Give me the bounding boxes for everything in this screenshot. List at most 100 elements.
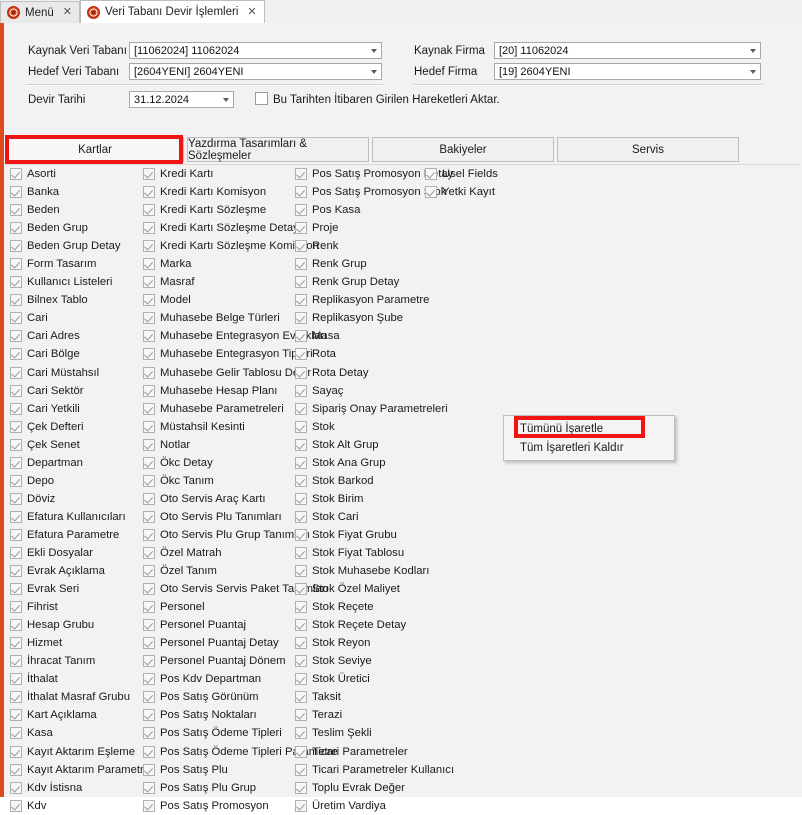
checkmark-icon[interactable] bbox=[143, 474, 155, 487]
checkmark-icon[interactable] bbox=[425, 186, 437, 199]
checkmark-icon[interactable] bbox=[143, 276, 155, 289]
checkbox-row[interactable]: Ökc Tanım bbox=[143, 472, 295, 490]
kaynak-firma-select[interactable]: [20] 11062024 bbox=[494, 42, 761, 59]
checkmark-icon[interactable] bbox=[295, 312, 307, 325]
checkmark-icon[interactable] bbox=[10, 186, 22, 199]
checkmark-icon[interactable] bbox=[10, 709, 22, 722]
checkmark-icon[interactable] bbox=[143, 510, 155, 523]
checkbox-row[interactable]: Stok Üretici bbox=[295, 670, 425, 688]
checkbox-row[interactable]: Üretim Vardiya bbox=[295, 797, 425, 815]
checkbox-row[interactable]: Beden bbox=[10, 201, 140, 219]
checkbox-row[interactable]: Stok Özel Maliyet bbox=[295, 580, 425, 598]
checkbox-row[interactable]: Form Tasarım bbox=[10, 255, 140, 273]
checkmark-icon[interactable] bbox=[295, 186, 307, 199]
kaynak-veri-tabani-select[interactable]: [11062024] 11062024 bbox=[129, 42, 382, 59]
checkbox-row[interactable]: Taksit bbox=[295, 688, 425, 706]
tab-servis[interactable]: Servis bbox=[557, 137, 739, 162]
checkmark-icon[interactable] bbox=[295, 168, 307, 181]
checkmark-icon[interactable] bbox=[10, 781, 22, 794]
checkbox-row[interactable]: Stok Alt Grup bbox=[295, 436, 425, 454]
checkmark-icon[interactable] bbox=[143, 709, 155, 722]
checkbox-row[interactable]: Kayıt Aktarım Eşleme bbox=[10, 743, 140, 761]
close-icon[interactable]: ✕ bbox=[247, 6, 256, 18]
checkbox-row[interactable]: Personel Puantaj Dönem bbox=[143, 652, 295, 670]
checkbox-row[interactable]: Efatura Parametre bbox=[10, 526, 140, 544]
chevron-down-icon[interactable] bbox=[218, 92, 233, 107]
context-menu-item-tum-isaretleri-kaldir[interactable]: Tüm İşaretleri Kaldır bbox=[504, 438, 674, 457]
checkbox-row[interactable]: Renk bbox=[295, 237, 425, 255]
checkbox-row[interactable]: Teslim Şekli bbox=[295, 724, 425, 742]
checkbox-row[interactable]: Kredi Kartı Sözleşme bbox=[143, 201, 295, 219]
checkbox-row[interactable]: Stok Fiyat Tablosu bbox=[295, 544, 425, 562]
chevron-down-icon[interactable] bbox=[366, 43, 381, 58]
close-icon[interactable]: ✕ bbox=[63, 7, 72, 18]
checkbox-row[interactable]: Stok Ana Grup bbox=[295, 454, 425, 472]
checkmark-icon[interactable] bbox=[10, 655, 22, 668]
checkbox-row[interactable]: Stok Reyon bbox=[295, 634, 425, 652]
checkbox-row[interactable]: Efatura Kullanıcıları bbox=[10, 508, 140, 526]
checkbox-row[interactable]: Personel Puantaj bbox=[143, 616, 295, 634]
checkbox-row[interactable]: Stok Reçete Detay bbox=[295, 616, 425, 634]
checkbox-row[interactable]: Cari Sektör bbox=[10, 382, 140, 400]
checkmark-icon[interactable] bbox=[10, 276, 22, 289]
checkbox-row[interactable]: Stok Fiyat Grubu bbox=[295, 526, 425, 544]
checkmark-icon[interactable] bbox=[143, 294, 155, 307]
checkbox-row[interactable]: Sipariş Onay Parametreleri bbox=[295, 400, 448, 418]
chevron-down-icon[interactable] bbox=[745, 64, 760, 79]
checkbox-row[interactable]: Pos Satış Promosyon bbox=[143, 797, 295, 815]
checkmark-icon[interactable] bbox=[10, 348, 22, 361]
checkbox-row[interactable]: Muhasebe Entegrasyon Tipleri bbox=[143, 345, 313, 363]
checkmark-icon[interactable] bbox=[143, 438, 155, 451]
checkbox-row[interactable]: Proje bbox=[295, 219, 425, 237]
context-menu-item-tumunu-isaretle[interactable]: Tümünü İşaretle bbox=[504, 419, 674, 438]
checkbox-row[interactable]: Renk Grup bbox=[295, 255, 425, 273]
checkmark-icon[interactable] bbox=[295, 691, 307, 704]
checkbox-row[interactable]: Pos Kdv Departman bbox=[143, 670, 295, 688]
checkbox-row[interactable]: Pos Satış Plu bbox=[143, 761, 295, 779]
checkmark-icon[interactable] bbox=[295, 601, 307, 614]
checkmark-icon[interactable] bbox=[295, 222, 307, 235]
checkmark-icon[interactable] bbox=[295, 276, 307, 289]
checkbox-row[interactable]: Replikasyon Şube bbox=[295, 309, 425, 327]
checkbox-row[interactable]: Asorti bbox=[10, 165, 140, 183]
checkmark-icon[interactable] bbox=[295, 745, 307, 758]
checkmark-icon[interactable] bbox=[10, 691, 22, 704]
checkmark-icon[interactable] bbox=[143, 366, 155, 379]
checkbox-row[interactable]: İthalat Masraf Grubu bbox=[10, 688, 140, 706]
checkbox-row[interactable]: Muhasebe Parametreleri bbox=[143, 400, 295, 418]
checkmark-icon[interactable] bbox=[143, 565, 155, 578]
checkbox-row[interactable]: Kredi Kartı Komisyon bbox=[143, 183, 295, 201]
checkbox-row[interactable]: Kredi Kartı Sözleşme Komisyon bbox=[143, 237, 319, 255]
hedef-veri-tabani-select[interactable]: [2604YENI] 2604YENI bbox=[129, 63, 382, 80]
checkmark-icon[interactable] bbox=[143, 547, 155, 559]
checkbox-row[interactable]: Kullanıcı Listeleri bbox=[10, 273, 140, 291]
checkmark-icon[interactable] bbox=[143, 691, 155, 704]
checkmark-icon[interactable] bbox=[143, 348, 155, 361]
checkmark-icon[interactable] bbox=[10, 673, 22, 686]
checkbox-row[interactable]: Stok Muhasebe Kodları bbox=[295, 562, 429, 580]
aktar-checkbox[interactable] bbox=[255, 92, 268, 105]
checkbox-row[interactable]: Müstahsil Kesinti bbox=[143, 418, 295, 436]
checkmark-icon[interactable] bbox=[295, 294, 307, 307]
checkmark-icon[interactable] bbox=[143, 312, 155, 325]
checkbox-row[interactable]: Pos Satış Ödeme Tipleri Parametre bbox=[143, 743, 338, 761]
checkmark-icon[interactable] bbox=[10, 619, 22, 632]
hedef-firma-select[interactable]: [19] 2604YENI bbox=[494, 63, 761, 80]
checkmark-icon[interactable] bbox=[143, 492, 155, 505]
checkbox-row[interactable]: Masa bbox=[295, 327, 425, 345]
checkbox-row[interactable]: Personel bbox=[143, 598, 295, 616]
checkmark-icon[interactable] bbox=[10, 547, 22, 559]
checkbox-row[interactable]: Cari bbox=[10, 309, 140, 327]
checkmark-icon[interactable] bbox=[10, 637, 22, 650]
checkmark-icon[interactable] bbox=[295, 799, 307, 812]
checkbox-row[interactable]: Marka bbox=[143, 255, 295, 273]
checkmark-icon[interactable] bbox=[295, 565, 307, 578]
checkbox-row[interactable]: Stok Seviye bbox=[295, 652, 425, 670]
checkbox-row[interactable]: Stok Birim bbox=[295, 490, 425, 508]
tab-yazdirma-tasarimlari-sozlesmeler[interactable]: Yazdırma Tasarımları & Sözleşmeler bbox=[187, 137, 369, 162]
checkmark-icon[interactable] bbox=[10, 204, 22, 217]
checkbox-row[interactable]: Oto Servis Plu Grup Tanımları bbox=[143, 526, 310, 544]
checkmark-icon[interactable] bbox=[10, 492, 22, 505]
window-tab-veri-tabani-devir-islemleri[interactable]: Veri Tabanı Devir İşlemleri ✕ bbox=[80, 0, 265, 23]
checkbox-row[interactable]: Kasa bbox=[10, 724, 140, 742]
